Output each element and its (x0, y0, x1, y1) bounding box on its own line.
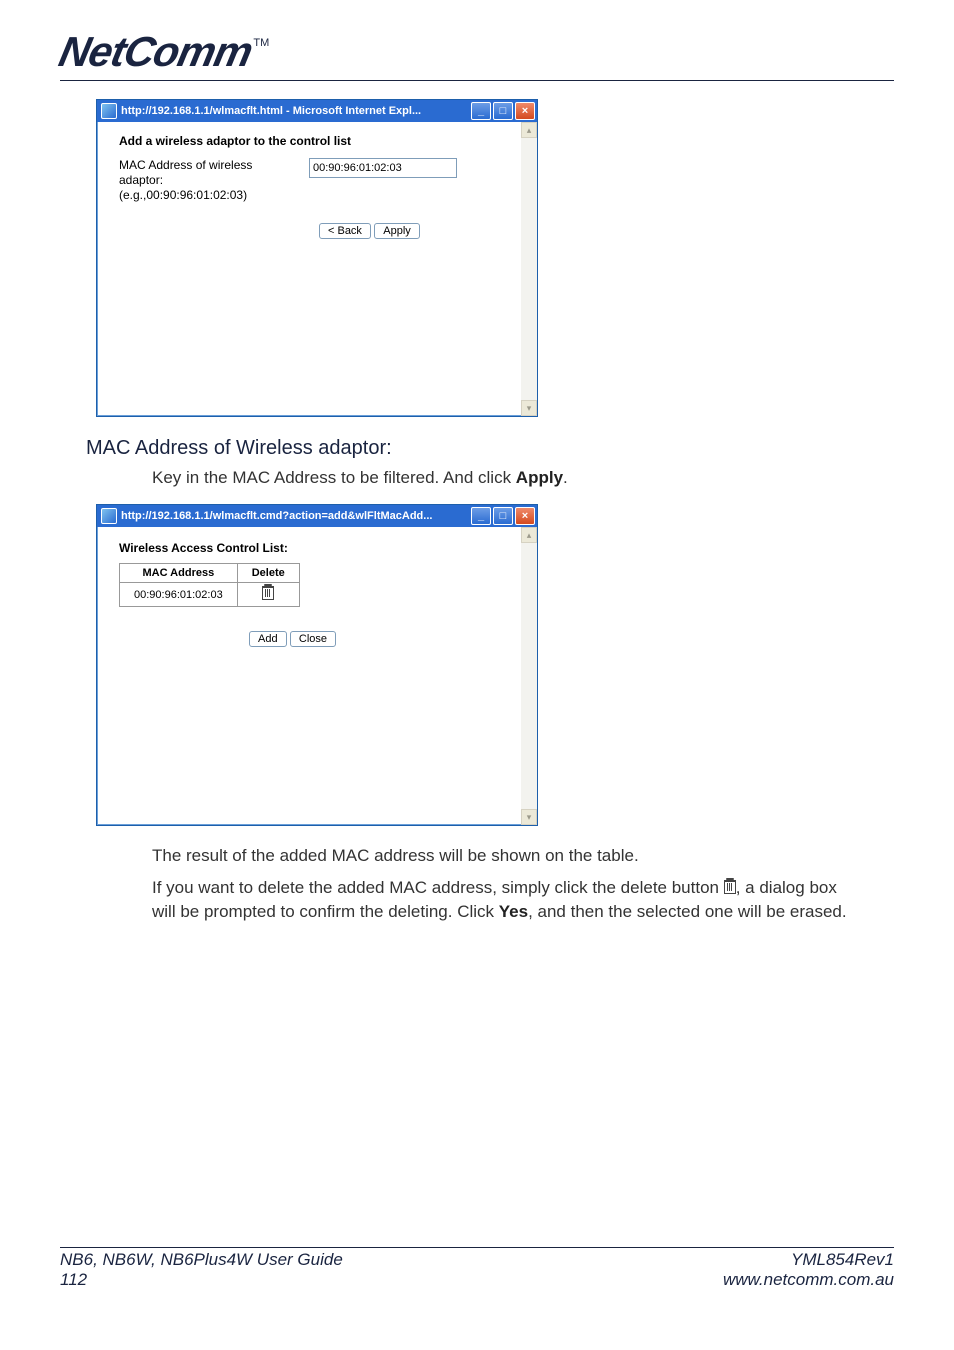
window-buttons: _ □ × (471, 102, 535, 120)
add-button[interactable]: Add (249, 631, 287, 647)
scroll-down-icon[interactable]: ▾ (521, 400, 537, 416)
window-buttons: _ □ × (471, 507, 535, 525)
website-url: www.netcomm.com.au (723, 1270, 894, 1290)
footer-right: YML854Rev1 www.netcomm.com.au (723, 1250, 894, 1290)
top-divider (60, 80, 894, 81)
mac-input-label: MAC Address of wireless adaptor: (e.g.,0… (119, 158, 309, 203)
apply-button[interactable]: Apply (374, 223, 420, 239)
button-row: < Back Apply (319, 223, 527, 239)
delete-cell (237, 583, 299, 607)
back-button[interactable]: < Back (319, 223, 371, 239)
delete-text-a: If you want to delete the added MAC addr… (152, 878, 724, 897)
trash-icon (724, 880, 736, 894)
ie-icon (101, 508, 117, 524)
window-title: http://192.168.1.1/wlmacflt.cmd?action=a… (121, 510, 471, 522)
list-heading: Wireless Access Control List: (119, 541, 527, 555)
yes-word: Yes (499, 902, 528, 921)
delete-text-c: , and then the selected one will be eras… (528, 902, 847, 921)
close-button[interactable]: × (515, 102, 535, 120)
maximize-button[interactable]: □ (493, 102, 513, 120)
delete-paragraph: If you want to delete the added MAC addr… (152, 876, 854, 924)
close-button[interactable]: × (515, 507, 535, 525)
guide-title: NB6, NB6W, NB6Plus4W User Guide (60, 1250, 343, 1270)
scrollbar[interactable]: ▴ ▾ (521, 122, 537, 416)
footer-left: NB6, NB6W, NB6Plus4W User Guide 112 (60, 1250, 343, 1290)
titlebar: http://192.168.1.1/wlmacflt.cmd?action=a… (97, 505, 537, 527)
mac-table: MAC Address Delete 00:90:96:01:02:03 (119, 563, 300, 607)
apply-word: Apply (516, 468, 563, 487)
table-header-row: MAC Address Delete (120, 564, 300, 583)
scroll-down-icon[interactable]: ▾ (521, 809, 537, 825)
table-row: 00:90:96:01:02:03 (120, 583, 300, 607)
close-list-button[interactable]: Close (290, 631, 336, 647)
scroll-up-icon[interactable]: ▴ (521, 122, 537, 138)
trash-icon[interactable] (262, 586, 274, 600)
doc-revision: YML854Rev1 (723, 1250, 894, 1270)
label-line-1: MAC Address of wireless (119, 158, 309, 173)
col-delete: Delete (237, 564, 299, 583)
window-title: http://192.168.1.1/wlmacflt.html - Micro… (121, 105, 471, 117)
label-line-3: (e.g.,00:90:96:01:02:03) (119, 188, 309, 203)
window-client: Wireless Access Control List: MAC Addres… (97, 527, 537, 825)
scroll-up-icon[interactable]: ▴ (521, 527, 537, 543)
minimize-button[interactable]: _ (471, 102, 491, 120)
window-client: Add a wireless adaptor to the control li… (97, 122, 537, 416)
titlebar: http://192.168.1.1/wlmacflt.html - Micro… (97, 100, 537, 122)
result-paragraph: The result of the added MAC address will… (152, 844, 854, 868)
ie-window-access-list: http://192.168.1.1/wlmacflt.cmd?action=a… (96, 504, 538, 826)
brand-logo: NetCommTM (60, 28, 894, 76)
page-footer: NB6, NB6W, NB6Plus4W User Guide 112 YML8… (60, 1247, 894, 1290)
maximize-button[interactable]: □ (493, 507, 513, 525)
ie-window-add-adaptor: http://192.168.1.1/wlmacflt.html - Micro… (96, 99, 538, 417)
button-row: Add Close (249, 631, 527, 647)
minimize-button[interactable]: _ (471, 507, 491, 525)
page-number: 112 (60, 1270, 343, 1290)
mac-input-row: MAC Address of wireless adaptor: (e.g.,0… (119, 158, 527, 203)
form-heading: Add a wireless adaptor to the control li… (119, 134, 527, 148)
instruction-paragraph: Key in the MAC Address to be filtered. A… (152, 466, 854, 490)
col-mac: MAC Address (120, 564, 238, 583)
section-heading: MAC Address of Wireless adaptor: (86, 437, 894, 460)
mac-address-input[interactable] (309, 158, 457, 178)
ie-icon (101, 103, 117, 119)
logo-text: NetComm (55, 28, 257, 76)
footer-divider (60, 1247, 894, 1248)
period: . (563, 468, 568, 487)
label-line-2: adaptor: (119, 173, 309, 188)
trademark: TM (253, 37, 269, 49)
mac-cell: 00:90:96:01:02:03 (120, 583, 238, 607)
instruction-text: Key in the MAC Address to be filtered. A… (152, 468, 516, 487)
scrollbar[interactable]: ▴ ▾ (521, 527, 537, 825)
